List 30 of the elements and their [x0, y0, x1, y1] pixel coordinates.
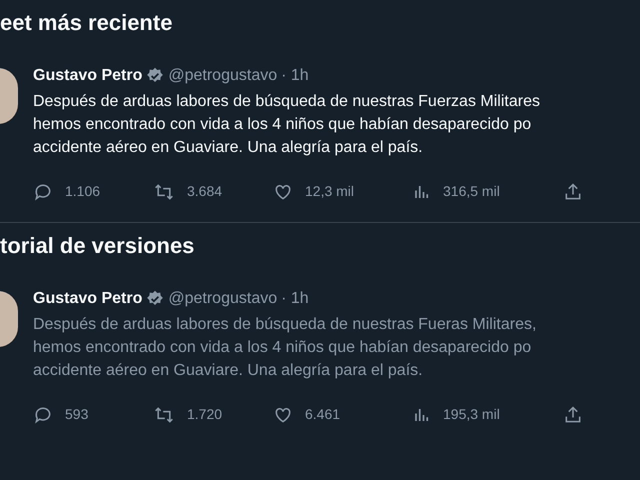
stat-count: 1.106 [65, 182, 100, 201]
author-name[interactable]: Gustavo Petro [33, 64, 142, 88]
author-handle[interactable]: @petrogustavo [168, 64, 278, 88]
tweet-time[interactable]: · 1h [281, 64, 309, 88]
stat-count: 1.720 [187, 405, 222, 424]
tweet-text-line: accidente aéreo en Guaviare. Una alegría para el país. [33, 361, 424, 381]
section-heading: torial de versiones [0, 232, 196, 260]
stat-count: 593 [65, 405, 88, 424]
reply-icon[interactable] [33, 404, 53, 424]
retweet-icon[interactable] [153, 404, 175, 424]
stat-count: 6.461 [305, 405, 340, 424]
tweet-text-line: Después de arduas labores de búsqueda de nuestras Fuerzas Militares [33, 92, 541, 112]
tweet-text-line: hemos encontrado con vida a los 4 niños que habían desaparecido po [33, 338, 532, 358]
tweet-text-line: hemos encontrado con vida a los 4 niños que habían desaparecido po [33, 115, 532, 135]
tweet-text-line: accidente aéreo en Guaviare. Una alegría para el país. [33, 138, 424, 158]
retweet-icon[interactable] [153, 182, 175, 202]
reply-icon[interactable] [33, 182, 53, 202]
share-icon[interactable] [563, 182, 583, 202]
stat-count: 12,3 mil [305, 182, 354, 201]
stat-count: 195,3 mil [443, 405, 500, 424]
author-handle[interactable]: @petrogustavo [168, 287, 278, 311]
tweet-text-line: Después de arduas labores de búsqueda de nuestras Fueras Militares, [33, 315, 538, 335]
stat-count: 3.684 [187, 182, 222, 201]
verified-badge-icon [146, 67, 164, 85]
verified-badge-icon [146, 290, 164, 308]
author-name[interactable]: Gustavo Petro [33, 287, 142, 311]
tweet-time[interactable]: · 1h [281, 287, 309, 311]
stat-count: 316,5 mil [443, 182, 500, 201]
share-icon[interactable] [563, 404, 583, 424]
section-heading: eet más reciente [0, 9, 174, 37]
